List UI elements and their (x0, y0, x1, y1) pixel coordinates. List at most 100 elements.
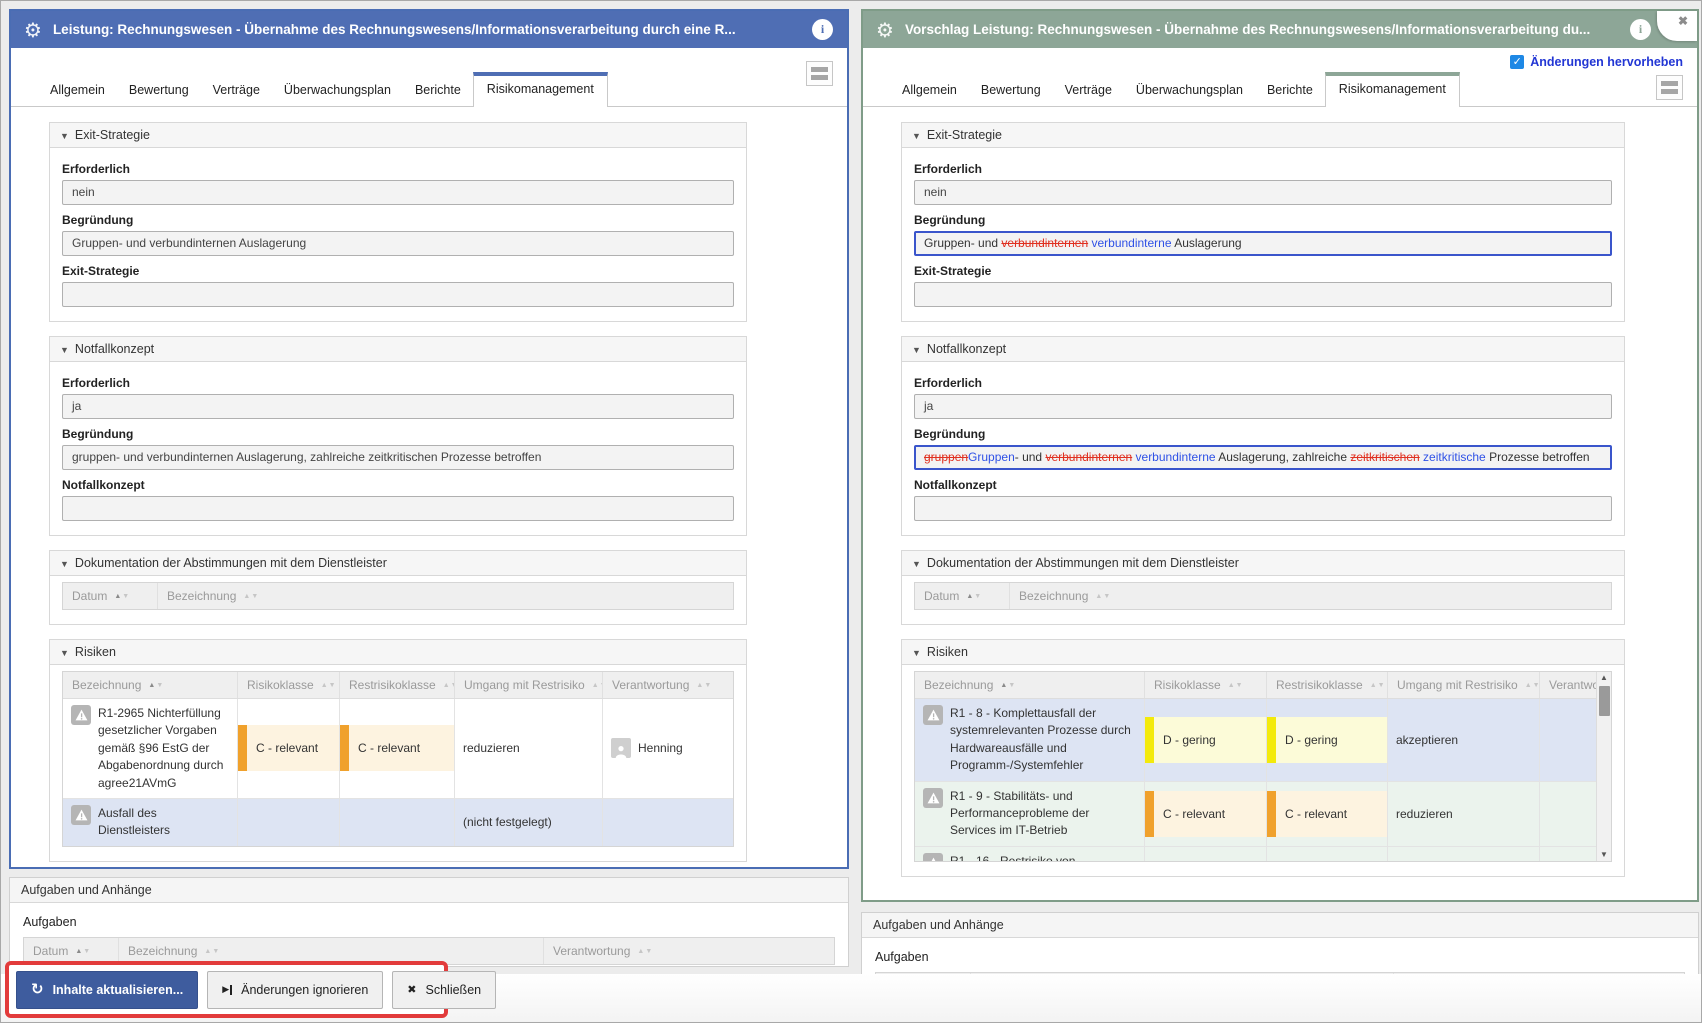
section-dokumentation: ▼Dokumentation der Abstimmungen mit dem … (49, 550, 747, 625)
close-icon: ✖ (407, 984, 416, 995)
section-exit-strategie-header[interactable]: ▼Exit-Strategie (50, 123, 746, 148)
column-header-datum[interactable]: Datum▲▼ (915, 583, 1010, 609)
sort-icon: ▲▼ (114, 593, 130, 600)
umgang-cell: reduzieren (455, 699, 603, 798)
risk-name: Ausfall des Dienstleisters (98, 805, 229, 840)
tab-risikomanagement[interactable]: Risikomanagement (1325, 72, 1460, 107)
schliessen-button[interactable]: ✖ Schließen (392, 971, 496, 1009)
exit-strategie-field[interactable] (914, 282, 1612, 307)
list-view-icon[interactable] (806, 61, 833, 86)
tab-vertraege[interactable]: Verträge (1053, 75, 1124, 107)
checkbox-checked-icon[interactable]: ✓ (1510, 55, 1524, 69)
column-header-datum[interactable]: Datum▲▼ (63, 583, 158, 609)
column-header-verantwortung[interactable]: Verantwortung (1540, 672, 1596, 698)
section-dokumentation-header[interactable]: ▼Dokumentation der Abstimmungen mit dem … (50, 551, 746, 576)
section-exit-strategie-header[interactable]: ▼Exit-Strategie (902, 123, 1624, 148)
risk-color-bar (238, 725, 247, 771)
sort-icon: ▲▼ (204, 948, 220, 955)
erforderlich-field[interactable]: nein (62, 180, 734, 205)
tab-vertraege[interactable]: Verträge (201, 75, 272, 107)
tab-ueberwachungsplan[interactable]: Überwachungsplan (272, 75, 403, 107)
column-header-bezeichnung[interactable]: Bezeichnung▲▼ (158, 583, 733, 609)
table-row[interactable]: R1 - 8 - Komplettausfall der systemrelev… (915, 699, 1596, 782)
notfallkonzept-field[interactable] (62, 496, 734, 521)
sort-icon: ▲▼ (243, 593, 259, 600)
tab-allgemein[interactable]: Allgemein (38, 75, 117, 107)
tab-berichte[interactable]: Berichte (403, 75, 473, 107)
section-notfallkonzept-header[interactable]: ▼Notfallkonzept (902, 337, 1624, 362)
column-header-bezeichnung[interactable]: Bezeichnung▲▼ (915, 672, 1145, 698)
tabs: Allgemein Bewertung Verträge Überwachung… (38, 72, 608, 107)
field-label: Exit-Strategie (62, 264, 734, 278)
vertical-scrollbar[interactable]: ▲ ▼ (1596, 672, 1611, 861)
column-header-bezeichnung[interactable]: Bezeichnung▲▼ (1010, 583, 1611, 609)
column-header-risikoklasse[interactable]: Risikoklasse▲▼ (238, 672, 340, 698)
panel-vorschlag: ✖ ⚙ Vorschlag Leistung: Rechnungswesen -… (861, 9, 1699, 902)
section-exit-strategie: ▼Exit-Strategie Erforderlich nein Begrün… (901, 122, 1625, 322)
begruendung-field[interactable]: Gruppen- und verbundinternen Auslagerung (62, 231, 734, 256)
tabs: Allgemein Bewertung Verträge Überwachung… (890, 72, 1460, 107)
highlight-changes-toggle[interactable]: ✓ Änderungen hervorheben (1510, 55, 1683, 69)
field-label: Begründung (914, 427, 1612, 441)
column-header-restrisikoklasse[interactable]: Restrisikoklasse▲▼ (340, 672, 455, 698)
risk-name: R1 - 8 - Komplettausfall der systemrelev… (950, 705, 1136, 775)
collapse-triangle-icon: ▼ (60, 131, 69, 141)
sort-icon: ▲▼ (696, 682, 712, 689)
table-row[interactable]: R1-2965 Nichterfüllung gesetzlicher Vorg… (63, 699, 733, 799)
close-icon[interactable]: ✖ (1678, 14, 1688, 28)
scrollbar-thumb[interactable] (1599, 686, 1610, 716)
erforderlich-field[interactable]: ja (914, 394, 1612, 419)
risikoklasse-chip: D - gering (1145, 717, 1266, 763)
panel-leistung-content: ▼Exit-Strategie Erforderlich nein Begrün… (11, 107, 847, 862)
table-row[interactable]: R1 - 9 - Stabilitäts- und Performancepro… (915, 782, 1596, 847)
tab-risikomanagement[interactable]: Risikomanagement (473, 72, 608, 107)
erforderlich-field[interactable]: nein (914, 180, 1612, 205)
scroll-down-icon[interactable]: ▼ (1600, 849, 1608, 861)
column-header-umgang[interactable]: Umgang mit Restrisiko▲▼ (1388, 672, 1540, 698)
list-view-icon[interactable] (1656, 75, 1683, 100)
dokumentation-table-header: Datum▲▼ Bezeichnung▲▼ (62, 582, 734, 610)
inhalte-aktualisieren-button[interactable]: ↻ Inhalte aktualisieren... (16, 971, 198, 1009)
section-risiken: ▼Risiken Bezeichnung▲▼ Risikoklasse▲▼ Re… (901, 639, 1625, 877)
info-icon[interactable]: i (812, 19, 833, 40)
sort-icon: ▲▼ (75, 948, 91, 955)
section-risiken-header[interactable]: ▼Risiken (50, 640, 746, 665)
column-header-verantwortung[interactable]: Verantwortung▲▼ (544, 938, 834, 964)
highlight-annotation-box: ↻ Inhalte aktualisieren... ▶ Änderungen … (5, 961, 448, 1018)
exit-strategie-field[interactable] (62, 282, 734, 307)
tab-bewertung[interactable]: Bewertung (117, 75, 201, 107)
umgang-cell: (nicht festgelegt) (455, 799, 603, 846)
info-icon[interactable]: i (1630, 19, 1651, 40)
begruendung-field-changed[interactable]: gruppenGruppen- und verbundinternen verb… (914, 445, 1612, 470)
column-header-bezeichnung[interactable]: Bezeichnung▲▼ (63, 672, 238, 698)
tab-bewertung[interactable]: Bewertung (969, 75, 1053, 107)
column-header-verantwortung[interactable]: Verantwortung▲▼ (603, 672, 733, 698)
risiken-table-header: Bezeichnung▲▼ Risikoklasse▲▼ Restrisikok… (63, 672, 733, 699)
erforderlich-field[interactable]: ja (62, 394, 734, 419)
risiken-table: Bezeichnung▲▼ Risikoklasse▲▼ Restrisikok… (914, 671, 1612, 862)
tab-allgemein[interactable]: Allgemein (890, 75, 969, 107)
risk-name: R1 - 16 - Restrisiko von (950, 853, 1075, 861)
column-header-umgang[interactable]: Umgang mit Restrisiko▲▼ (455, 672, 603, 698)
risiken-table: Bezeichnung▲▼ Risikoklasse▲▼ Restrisikok… (62, 671, 734, 847)
sort-icon: ▲▼ (637, 948, 653, 955)
table-row[interactable]: Ausfall des Dienstleisters (nicht festge… (63, 799, 733, 846)
section-notfallkonzept-header[interactable]: ▼Notfallkonzept (50, 337, 746, 362)
tab-berichte[interactable]: Berichte (1255, 75, 1325, 107)
table-row[interactable]: R1 - 16 - Restrisiko von (915, 847, 1596, 861)
section-notfallkonzept: ▼Notfallkonzept Erforderlich ja Begründu… (901, 336, 1625, 536)
tab-ueberwachungsplan[interactable]: Überwachungsplan (1124, 75, 1255, 107)
collapse-triangle-icon: ▼ (60, 345, 69, 355)
begruendung-field-changed[interactable]: Gruppen- und verbundinternen verbundinte… (914, 231, 1612, 256)
section-risiken: ▼Risiken Bezeichnung▲▼ Risikoklasse▲▼ Re… (49, 639, 747, 862)
column-header-risikoklasse[interactable]: Risikoklasse▲▼ (1145, 672, 1267, 698)
aufgaben-sub-label: Aufgaben (875, 950, 1685, 964)
begruendung-field[interactable]: gruppen- und verbundinternen Auslagerung… (62, 445, 734, 470)
aenderungen-ignorieren-button[interactable]: ▶ Änderungen ignorieren (207, 971, 383, 1009)
column-header-restrisikoklasse[interactable]: Restrisikoklasse▲▼ (1267, 672, 1388, 698)
section-dokumentation-header[interactable]: ▼Dokumentation der Abstimmungen mit dem … (902, 551, 1624, 576)
section-risiken-header[interactable]: ▼Risiken (902, 640, 1624, 665)
scroll-up-icon[interactable]: ▲ (1600, 672, 1608, 684)
risk-warning-icon (923, 705, 943, 725)
notfallkonzept-field[interactable] (914, 496, 1612, 521)
